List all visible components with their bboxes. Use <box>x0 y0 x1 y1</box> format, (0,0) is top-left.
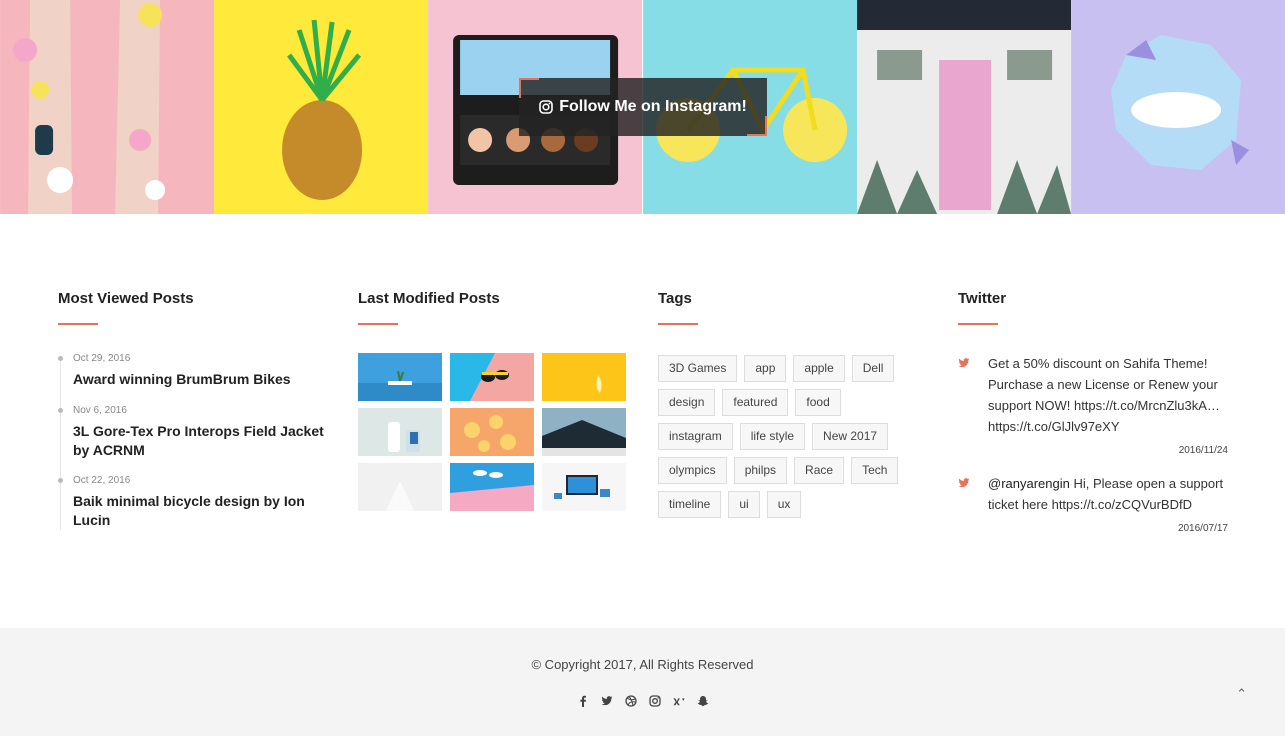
facebook-icon[interactable] <box>576 694 590 708</box>
post-thumbnail[interactable] <box>542 353 626 401</box>
tag-link[interactable]: olympics <box>658 457 727 484</box>
tweet-text: @ranyarengin Hi, Please open a support t… <box>988 473 1228 515</box>
tag-link[interactable]: Tech <box>851 457 899 484</box>
tag-link[interactable]: ux <box>766 491 802 518</box>
twitter-widget: Twitter Get a 50% discount on Sahifa The… <box>958 290 1238 539</box>
follow-instagram-button[interactable]: Follow Me on Instagram! <box>519 78 767 136</box>
post-thumbnail[interactable] <box>450 463 534 511</box>
instagram-feed: Follow Me on Instagram! <box>0 0 1285 214</box>
instagram-photo-5[interactable] <box>856 0 1071 214</box>
most-viewed-widget: Most Viewed Posts Oct 29, 2016 Award win… <box>58 290 328 530</box>
tweet-item: @ranyarengin Hi, Please open a support t… <box>958 473 1228 539</box>
title-underline <box>958 323 998 325</box>
back-to-top-button[interactable]: ⌃ <box>1236 686 1247 702</box>
post-link[interactable]: Award winning BrumBrum Bikes <box>73 370 328 389</box>
twitter-bird-icon <box>958 358 970 368</box>
post-date: Oct 22, 2016 <box>73 475 131 486</box>
twitter-icon[interactable] <box>600 694 614 708</box>
follow-instagram-label: Follow Me on Instagram! <box>559 98 747 115</box>
title-underline <box>658 323 698 325</box>
post-thumbnail[interactable] <box>358 463 442 511</box>
tag-link[interactable]: timeline <box>658 491 722 518</box>
twitter-title: Twitter <box>958 290 1007 307</box>
post-thumbnail[interactable] <box>542 463 626 511</box>
post-thumbnail[interactable] <box>358 353 442 401</box>
list-item: Oct 22, 2016 Baik minimal bicycle design… <box>58 474 328 530</box>
tag-link[interactable]: life style <box>739 423 806 450</box>
footer: © Copyright 2017, All Rights Reserved ⌃ <box>0 628 1285 736</box>
tags-widget: Tags 3D Games app apple Dell design feat… <box>658 290 928 518</box>
tag-link[interactable]: featured <box>722 389 789 416</box>
tag-link[interactable]: food <box>795 389 841 416</box>
snapchat-icon[interactable] <box>696 694 710 708</box>
post-date: Nov 6, 2016 <box>73 405 127 416</box>
instagram-photo-6[interactable] <box>1070 0 1285 214</box>
list-item: Nov 6, 2016 3L Gore-Tex Pro Interops Fie… <box>58 404 328 460</box>
tag-link[interactable]: Race <box>794 457 845 484</box>
post-thumbnail[interactable] <box>542 408 626 456</box>
most-viewed-title: Most Viewed Posts <box>58 290 194 307</box>
post-date: Oct 29, 2016 <box>73 353 131 364</box>
tweet-user-link[interactable]: @ranyarengin <box>988 476 1070 491</box>
tag-link[interactable]: instagram <box>658 423 733 450</box>
twitter-bird-icon <box>958 478 970 488</box>
post-link[interactable]: 3L Gore-Tex Pro Interops Field Jacket by… <box>73 422 328 460</box>
post-thumbnail[interactable] <box>450 353 534 401</box>
tag-link[interactable]: 3D Games <box>658 355 738 382</box>
tweet-list: Get a 50% discount on Sahifa Theme! Purc… <box>958 353 1228 539</box>
tag-link[interactable]: app <box>744 355 787 382</box>
instagram-icon <box>539 100 554 114</box>
tag-link[interactable]: philps <box>733 457 788 484</box>
tweet-date: 2016/11/24 <box>1178 445 1228 456</box>
tag-link[interactable]: apple <box>793 355 845 382</box>
post-thumbnail[interactable] <box>450 408 534 456</box>
post-thumbnail-grid <box>358 353 628 511</box>
tag-link[interactable]: New 2017 <box>812 423 889 450</box>
last-modified-title: Last Modified Posts <box>358 290 500 307</box>
tag-cloud: 3D Games app apple Dell design featured … <box>658 355 918 518</box>
most-viewed-list: Oct 29, 2016 Award winning BrumBrum Bike… <box>58 352 328 530</box>
vk-icon[interactable] <box>672 694 686 708</box>
tweet-text: Get a 50% discount on Sahifa Theme! Purc… <box>988 356 1220 434</box>
tag-link[interactable]: Dell <box>851 355 895 382</box>
list-item: Oct 29, 2016 Award winning BrumBrum Bike… <box>58 352 328 389</box>
tag-link[interactable]: ui <box>728 491 760 518</box>
tag-link[interactable]: design <box>658 389 716 416</box>
tags-title: Tags <box>658 290 692 307</box>
dribbble-icon[interactable] <box>624 694 638 708</box>
post-thumbnail[interactable] <box>358 408 442 456</box>
last-modified-widget: Last Modified Posts <box>358 290 628 511</box>
title-underline <box>358 323 398 325</box>
copyright-text: © Copyright 2017, All Rights Reserved <box>531 657 754 672</box>
title-underline <box>58 323 98 325</box>
instagram-photo-2[interactable] <box>214 0 429 214</box>
instagram-icon[interactable] <box>648 694 662 708</box>
tweet-date: 2016/07/17 <box>1177 523 1228 534</box>
instagram-photo-1[interactable] <box>0 0 215 214</box>
tweet-item: Get a 50% discount on Sahifa Theme! Purc… <box>958 353 1228 461</box>
post-link[interactable]: Baik minimal bicycle design by Ion Lucin <box>73 492 328 530</box>
social-links <box>0 694 1285 708</box>
